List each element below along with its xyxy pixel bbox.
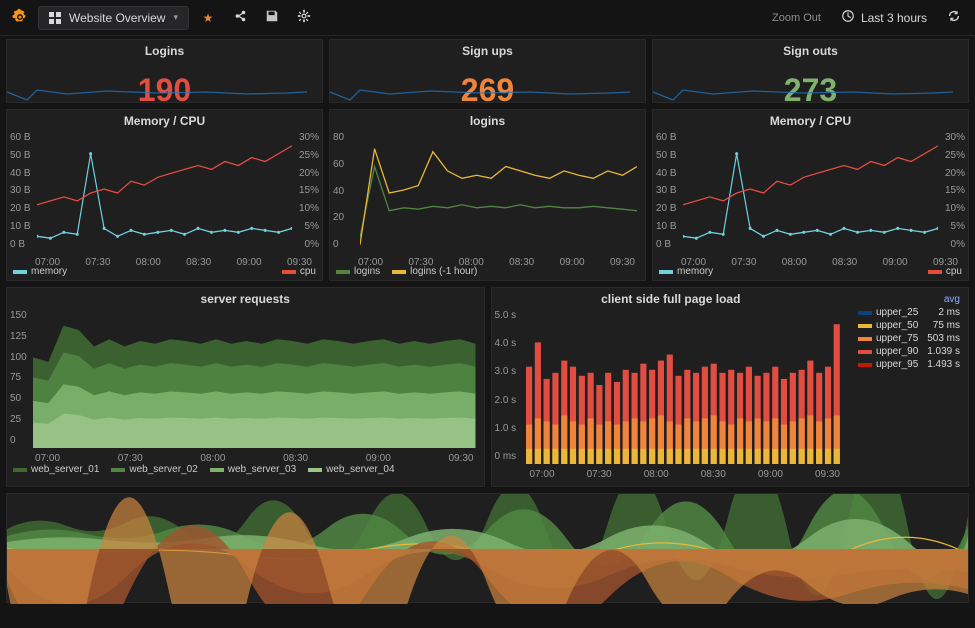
graph-row: Memory / CPU60 B50 B40 B30 B20 B10 B0 B3… bbox=[0, 106, 975, 284]
legend-item[interactable]: web_server_02 bbox=[111, 464, 197, 475]
bottom-row bbox=[0, 490, 975, 606]
legend-row[interactable]: upper_252 ms bbox=[858, 307, 960, 318]
mid-row: server requests 1501251007550250 07:0007… bbox=[0, 284, 975, 490]
panel-memory-cpu[interactable]: Memory / CPU60 B50 B40 B30 B20 B10 B0 B3… bbox=[652, 109, 969, 281]
panel-title: Memory / CPU bbox=[653, 110, 968, 132]
time-range-label: Last 3 hours bbox=[861, 11, 927, 25]
save-button[interactable] bbox=[259, 5, 285, 31]
stat-row: Logins 190 Sign ups 269 Sign outs 273 bbox=[0, 36, 975, 106]
sparkline bbox=[653, 82, 953, 102]
topbar: Website Overview ▾ ★ Zoom Out Last 3 hou… bbox=[0, 0, 975, 36]
sparkline bbox=[330, 82, 630, 102]
panel-title: logins bbox=[330, 110, 645, 132]
star-button[interactable]: ★ bbox=[195, 5, 221, 31]
panel-logins[interactable]: logins80604020007:0007:3008:0008:3009:00… bbox=[329, 109, 646, 281]
panel-signouts-stat[interactable]: Sign outs 273 bbox=[652, 39, 969, 103]
panel-title: Sign ups bbox=[330, 40, 645, 62]
zoom-out-button[interactable]: Zoom Out bbox=[772, 12, 821, 24]
legend-item[interactable]: web_server_04 bbox=[308, 464, 394, 475]
panel-title: client side full page load bbox=[492, 288, 851, 310]
save-icon bbox=[265, 9, 279, 26]
dashboard-name: Website Overview bbox=[69, 11, 165, 25]
clock-icon bbox=[841, 9, 855, 26]
sparkline bbox=[7, 82, 307, 102]
time-range-picker[interactable]: Last 3 hours bbox=[833, 5, 935, 30]
summary-chart bbox=[7, 494, 968, 604]
dashboard-picker[interactable]: Website Overview ▾ bbox=[38, 6, 189, 30]
legend-item[interactable]: web_server_01 bbox=[13, 464, 99, 475]
share-icon bbox=[233, 9, 247, 26]
legend-row[interactable]: upper_901.039 s bbox=[858, 346, 960, 357]
area-chart bbox=[33, 312, 476, 448]
panel-server-requests[interactable]: server requests 1501251007550250 07:0007… bbox=[6, 287, 485, 487]
panel-summary-sparkline[interactable] bbox=[6, 493, 969, 603]
panel-title: Logins bbox=[7, 40, 322, 62]
line-chart bbox=[37, 134, 292, 252]
gear-icon bbox=[297, 9, 311, 26]
grafana-logo[interactable] bbox=[8, 6, 32, 30]
refresh-button[interactable] bbox=[941, 5, 967, 31]
panel-memory-cpu[interactable]: Memory / CPU60 B50 B40 B30 B20 B10 B0 B3… bbox=[6, 109, 323, 281]
line-chart bbox=[683, 134, 938, 252]
panel-logins-stat[interactable]: Logins 190 bbox=[6, 39, 323, 103]
panel-client-load[interactable]: client side full page load 5.0 s4.0 s3.0… bbox=[491, 287, 970, 487]
table-legend: avg upper_252 ms upper_5075 ms upper_75503… bbox=[850, 288, 968, 486]
legend-row[interactable]: upper_5075 ms bbox=[858, 320, 960, 331]
share-button[interactable] bbox=[227, 5, 253, 31]
legend-header: avg bbox=[944, 294, 960, 305]
refresh-icon bbox=[947, 9, 961, 26]
panel-title: Sign outs bbox=[653, 40, 968, 62]
panel-title: server requests bbox=[7, 288, 484, 310]
chevron-down-icon: ▾ bbox=[173, 12, 178, 23]
panel-title: Memory / CPU bbox=[7, 110, 322, 132]
legend-row[interactable]: upper_75503 ms bbox=[858, 333, 960, 344]
settings-button[interactable] bbox=[291, 5, 317, 31]
panel-signups-stat[interactable]: Sign ups 269 bbox=[329, 39, 646, 103]
legend-row[interactable]: upper_951.493 s bbox=[858, 359, 960, 370]
grid-icon bbox=[49, 12, 61, 24]
line-chart bbox=[360, 134, 637, 252]
star-icon: ★ bbox=[203, 11, 214, 25]
legend-item[interactable]: web_server_03 bbox=[210, 464, 296, 475]
bar-chart bbox=[526, 312, 843, 464]
